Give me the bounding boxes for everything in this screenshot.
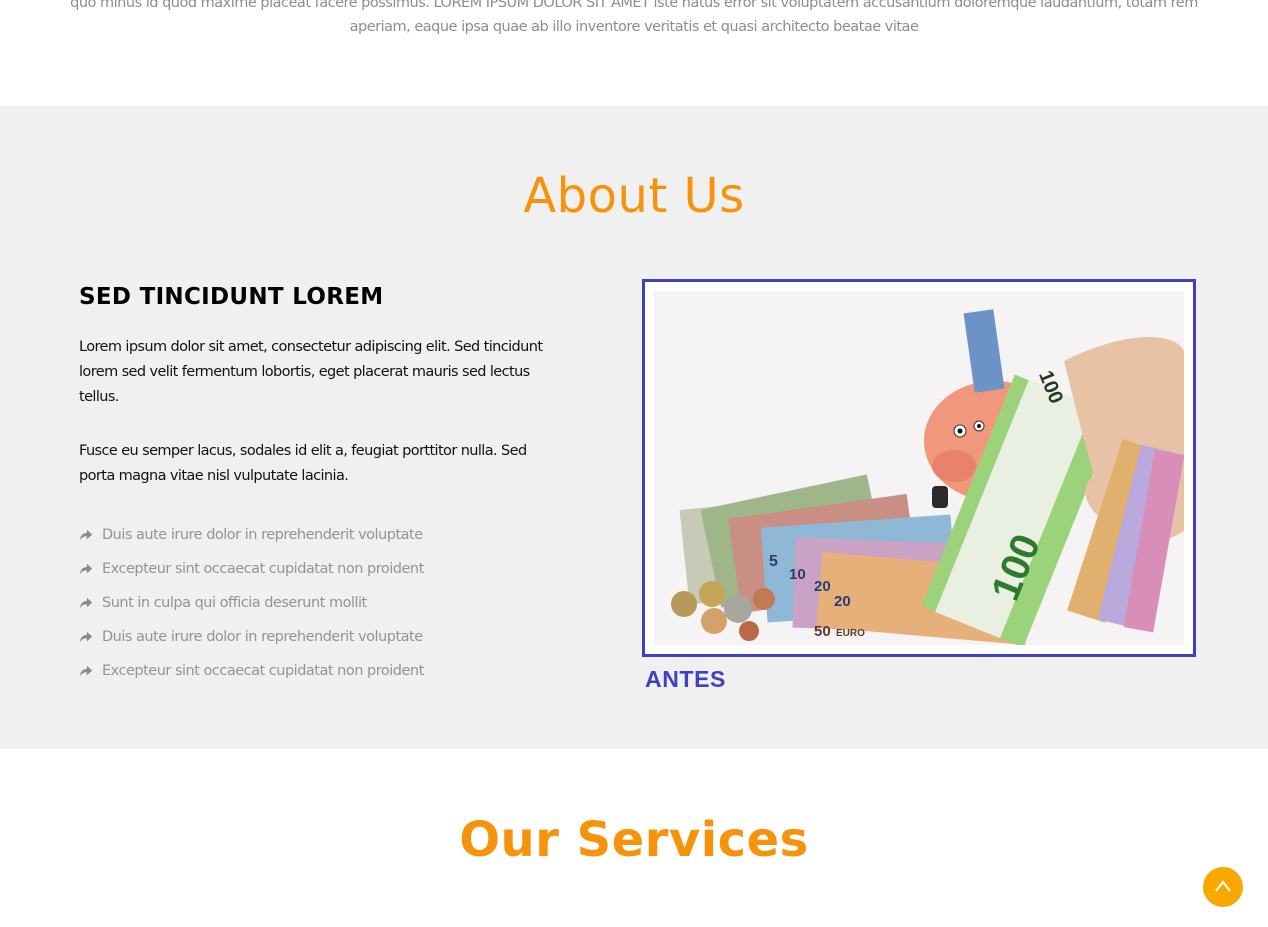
photo-frame: 5 10 20 20 50 EURO 100 100 — [642, 279, 1196, 657]
share-arrow-icon — [79, 529, 93, 541]
banknote-label: 20 — [814, 578, 831, 595]
about-paragraph: Fusce eu semper lacus, sodales id elit a… — [79, 443, 527, 484]
about-media: 5 10 20 20 50 EURO 100 100 ANTES — [642, 279, 1196, 693]
banknote-label: 5 — [769, 553, 778, 570]
list-item: Duis aute irure dolor in reprehenderit v… — [79, 620, 549, 654]
chevron-up-icon — [1215, 880, 1231, 892]
list-item: Excepteur sint occaecat cupidatat non pr… — [79, 552, 549, 586]
list-item-label: Excepteur sint occaecat cupidatat non pr… — [102, 663, 424, 679]
share-arrow-icon — [79, 563, 93, 575]
share-arrow-icon — [79, 665, 93, 677]
list-item-label: Excepteur sint occaecat cupidatat non pr… — [102, 561, 424, 577]
list-item-label: Sunt in culpa qui officia deserunt molli… — [102, 595, 367, 611]
back-to-top-button[interactable] — [1203, 867, 1243, 907]
list-item-label: Duis aute irure dolor in reprehenderit v… — [102, 527, 423, 543]
list-item: Excepteur sint occaecat cupidatat non pr… — [79, 654, 549, 688]
share-arrow-icon — [79, 597, 93, 609]
about-content: SED TINCIDUNT LOREM Lorem ipsum dolor si… — [79, 284, 549, 688]
photo-illustration: 5 10 20 20 50 EURO 100 100 — [654, 291, 1184, 645]
list-item: Sunt in culpa qui officia deserunt molli… — [79, 586, 549, 620]
banknote-label: EURO — [836, 628, 865, 639]
intro-text: quo minus id quod maxime placeat facere … — [70, 0, 1198, 35]
services-title: Our Services — [459, 812, 809, 868]
banknote-label: 10 — [789, 566, 806, 583]
about-heading: SED TINCIDUNT LOREM — [79, 284, 384, 310]
about-paragraph: Lorem ipsum dolor sit amet, consectetur … — [79, 339, 543, 405]
piggy-bank-euros-photo: 5 10 20 20 50 EURO 100 100 — [654, 291, 1184, 645]
about-section: About Us SED TINCIDUNT LOREM Lorem ipsum… — [0, 106, 1268, 749]
about-title: About Us — [523, 168, 745, 224]
list-item-label: Duis aute irure dolor in reprehenderit v… — [102, 629, 423, 645]
share-arrow-icon — [79, 631, 93, 643]
list-item: Duis aute irure dolor in reprehenderit v… — [79, 518, 549, 552]
about-feature-list: Duis aute irure dolor in reprehenderit v… — [79, 518, 549, 688]
banknote-label: 50 — [814, 623, 831, 640]
photo-caption: ANTES — [645, 666, 726, 692]
banknote-label: 20 — [834, 593, 851, 610]
